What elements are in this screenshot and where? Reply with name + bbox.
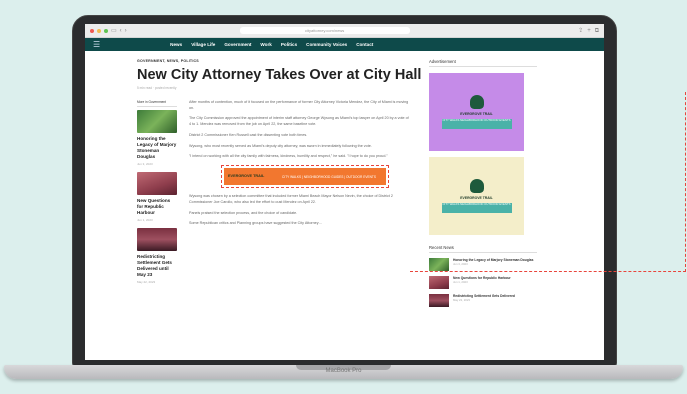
sidebar-ad[interactable]: EVERGROVE TRAIL CITY WALKS NEIGHBORHOOD … (429, 157, 524, 235)
menu-icon[interactable]: ☰ (93, 40, 100, 49)
related-title[interactable]: Redistricting Settlement Gets Delivered … (137, 254, 177, 278)
page-title: New City Attorney Takes Over at City Hal… (137, 67, 422, 83)
forward-icon[interactable]: › (125, 28, 127, 34)
back-icon[interactable]: ‹ (120, 28, 122, 34)
advertisement-header: Advertisement (429, 59, 537, 67)
recent-date: Jun 1, 2023 (453, 280, 468, 285)
related-date: May 22, 2023 (137, 279, 156, 284)
recent-thumbnail[interactable] (429, 276, 449, 289)
recent-news-header: Recent News (429, 245, 537, 253)
ad-brand: EVERGROVE TRAIL (460, 196, 493, 200)
nav-item-politics[interactable]: Politics (281, 42, 297, 47)
share-icon[interactable]: ⇪ (578, 28, 583, 34)
ad-caption: CITY WALKS NEIGHBORHOOD OUTDOOR EVENTS (441, 118, 512, 129)
article-paragraph: District 2 Commissioner Ken Russell cast… (189, 132, 308, 137)
address-bar[interactable]: cityattorney.com/news (239, 27, 410, 34)
recent-thumbnail[interactable] (429, 294, 449, 307)
article-paragraph: After months of contention, much of it f… (189, 100, 409, 110)
related-date: Jun 3, 2023 (137, 161, 153, 166)
list-item[interactable]: New Questions for Republic Harbour Jun 1… (429, 276, 537, 289)
nav-item-village-life[interactable]: Village Life (191, 42, 215, 47)
related-title[interactable]: Honoring the Legacy of Marjory Stoneman … (137, 136, 177, 160)
minimize-window-icon[interactable] (97, 28, 101, 33)
site-navigation: ☰ News Village Life Government Work Poli… (85, 38, 604, 51)
callout-line (685, 92, 686, 272)
sidebar-ad[interactable]: EVERGROVE TRAIL CITY WALKS NEIGHBORHOOD … (429, 73, 524, 151)
tree-logo-icon (469, 95, 484, 109)
ad-text: CITY WALKS | NEIGHBORHOOD GUIDES | OUTDO… (282, 174, 376, 179)
recent-news: Recent News Honoring the Legacy of Marjo… (429, 245, 537, 307)
related-thumbnail[interactable] (137, 227, 177, 251)
browser-toolbar: ▭ ‹ › cityattorney.com/news ⇪ + ⧉ (85, 24, 604, 38)
recent-date: Jun 3, 2023 (453, 262, 468, 267)
article-paragraph: Some Republican critics and Planning gro… (189, 221, 323, 226)
article-paragraph: "I intend on working with all the city f… (189, 154, 388, 159)
inline-ad-banner[interactable]: EVERGROVE TRAIL CITY WALKS | NEIGHBORHOO… (221, 165, 389, 189)
device-label: MacBook Pro (325, 368, 362, 374)
recent-thumbnail[interactable] (429, 258, 449, 271)
callout-line (410, 271, 686, 272)
list-item[interactable]: Redistricting Settlement Gets Delivered … (429, 294, 537, 307)
article-byline: 5 min read · posted recently (137, 86, 177, 90)
sidebar-toggle-icon[interactable]: ▭ (111, 28, 117, 34)
ad-brand: EVERGROVE TRAIL (460, 112, 493, 116)
related-thumbnail[interactable] (137, 171, 177, 195)
browser-window: ▭ ‹ › cityattorney.com/news ⇪ + ⧉ ☰ News… (85, 24, 604, 360)
new-tab-icon[interactable]: + (587, 28, 591, 34)
tree-logo-icon (469, 179, 484, 193)
sidebar: Advertisement EVERGROVE TRAIL CITY WALKS… (429, 59, 537, 307)
nav-item-community-voices[interactable]: Community Voices (306, 42, 347, 47)
ad-brand: EVERGROVE TRAIL (228, 174, 265, 179)
related-title[interactable]: New Questions for Republic Harbour (137, 198, 177, 216)
ad-caption: CITY WALKS NEIGHBORHOOD OUTDOOR EVENTS (441, 202, 512, 213)
article-paragraph: Wysong was chosen by a selection committ… (189, 194, 393, 204)
nav-item-work[interactable]: Work (260, 42, 271, 47)
article-body: After months of contention, much of it f… (189, 100, 411, 290)
related-thumbnail[interactable] (137, 110, 177, 133)
related-date: Jun 1, 2023 (137, 217, 153, 222)
article-categories[interactable]: GOVERNMENT, NEWS, POLITICS (137, 59, 412, 63)
list-item[interactable]: Honoring the Legacy of Marjory Stoneman … (429, 258, 537, 271)
nav-item-news[interactable]: News (170, 42, 182, 47)
article-paragraph: Panels praised the selection process, an… (189, 210, 298, 215)
nav-item-government[interactable]: Government (224, 42, 251, 47)
article: GOVERNMENT, NEWS, POLITICS New City Atto… (137, 59, 422, 307)
tabs-overview-icon[interactable]: ⧉ (595, 28, 599, 34)
related-column: More in Government Honoring the Legacy o… (137, 100, 177, 290)
maximize-window-icon[interactable] (104, 28, 108, 33)
article-paragraph: The City Commission approved the appoint… (189, 116, 409, 127)
recent-date: May 22, 2023 (453, 298, 470, 303)
related-header: More in Government (137, 100, 177, 107)
nav-item-contact[interactable]: Contact (356, 42, 373, 47)
article-paragraph: Wysong, who most recently served as Miam… (189, 143, 372, 148)
close-window-icon[interactable] (90, 28, 94, 33)
